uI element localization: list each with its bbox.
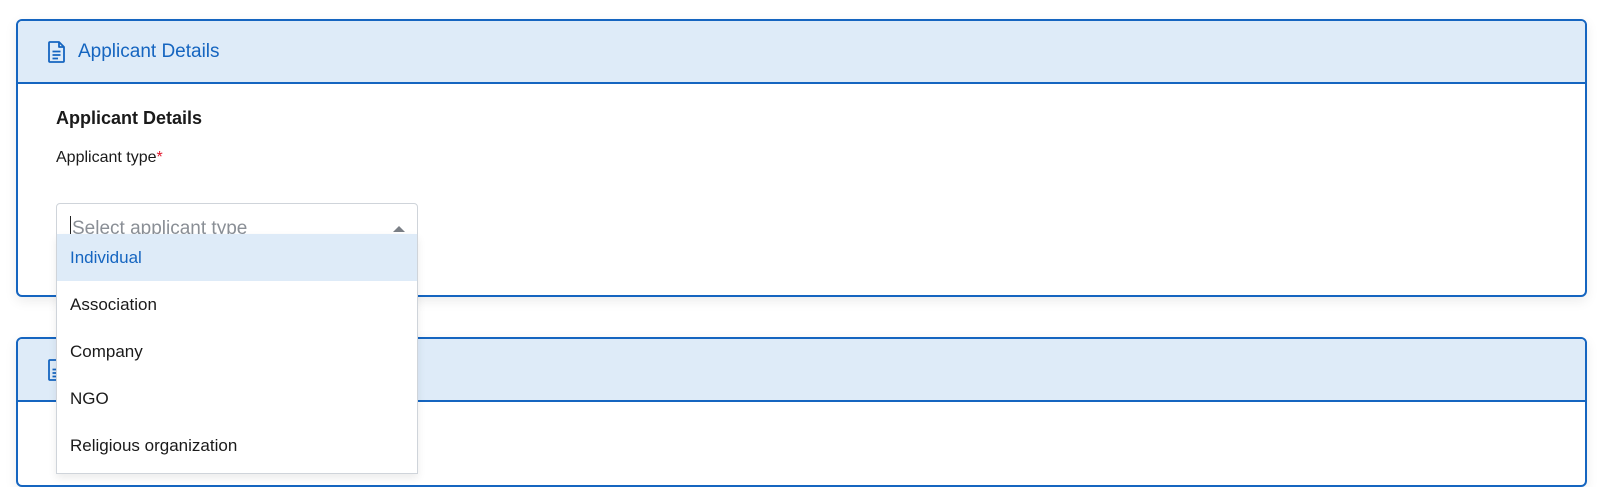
option-ngo[interactable]: NGO (57, 375, 417, 422)
applicant-type-dropdown: Individual Association Company NGO Relig… (56, 234, 418, 474)
panel-header[interactable]: Applicant Details (18, 21, 1585, 84)
required-marker: * (156, 149, 163, 166)
option-individual[interactable]: Individual (57, 234, 417, 281)
section-heading: Applicant Details (56, 108, 203, 128)
option-religious-organization[interactable]: Religious organization (57, 422, 417, 469)
document-icon (46, 40, 68, 64)
option-association[interactable]: Association (57, 281, 417, 328)
option-company[interactable]: Company (57, 328, 417, 375)
caret-up-icon[interactable] (393, 226, 405, 232)
applicant-type-label: Applicant type* (56, 149, 1547, 167)
field-label-text: Applicant type (56, 149, 157, 166)
panel-title: Applicant Details (78, 40, 220, 62)
panel-body: Applicant Details Applicant type* (18, 84, 1585, 255)
